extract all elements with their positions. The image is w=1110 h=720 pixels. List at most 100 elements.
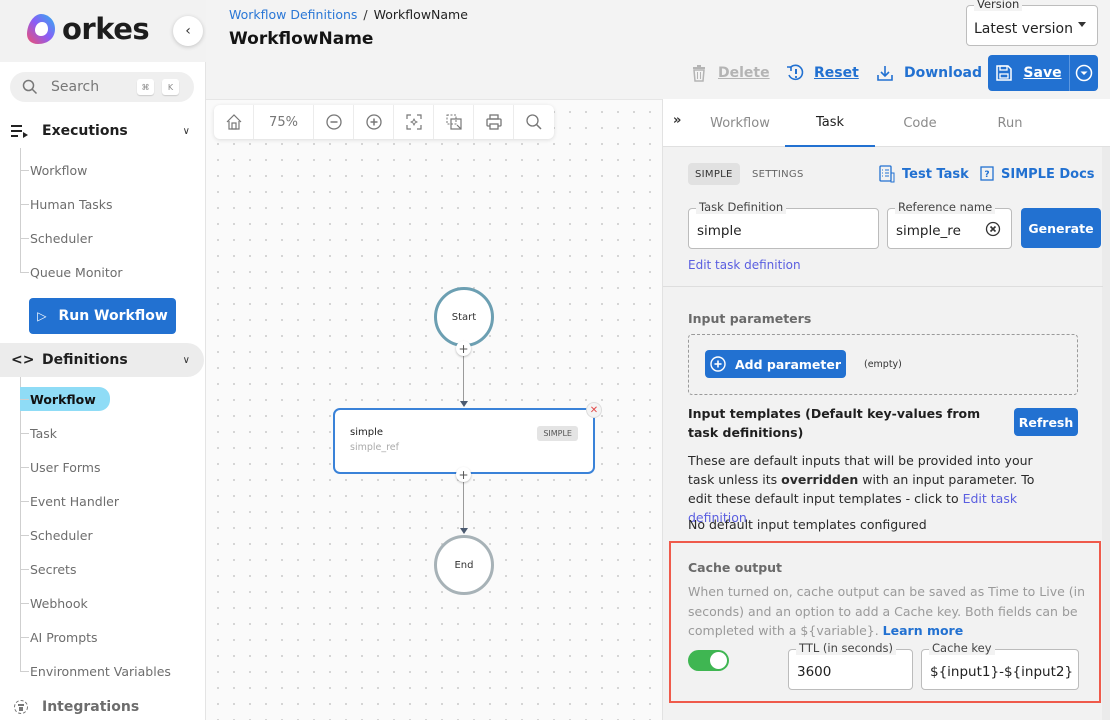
play-icon: ▷	[37, 309, 47, 323]
search-input[interactable]: Search ⌘ K	[10, 72, 194, 102]
tab-code[interactable]: Code	[875, 99, 965, 147]
simple-docs-link[interactable]: ? SIMPLE Docs	[980, 164, 1095, 184]
task-config-panel: » Workflow Task Code Run SIMPLE SETTINGS…	[662, 99, 1110, 720]
tab-task[interactable]: Task	[785, 99, 875, 147]
breadcrumb-workflow-definitions-link[interactable]: Workflow Definitions	[229, 7, 357, 22]
end-node[interactable]: End	[434, 535, 494, 595]
tab-run[interactable]: Run	[965, 99, 1055, 147]
expand-panel-icon[interactable]: »	[673, 113, 681, 128]
svg-text:?: ?	[984, 170, 989, 180]
run-workflow-button[interactable]: ▷ Run Workflow	[29, 298, 176, 334]
save-button-group: Save	[988, 55, 1098, 91]
refresh-label: Refresh	[1018, 414, 1074, 430]
start-node[interactable]: Start	[434, 287, 494, 347]
input-templates-title: Input templates (Default key-values from…	[688, 406, 981, 440]
download-button[interactable]: Download	[876, 63, 982, 83]
learn-more-link[interactable]: Learn more	[883, 623, 964, 638]
toggle-knob	[710, 652, 727, 669]
collapse-sidebar-button[interactable]: ‹	[173, 16, 203, 46]
task-definition-field[interactable]: Task Definition simple	[688, 201, 879, 249]
ttl-label: TTL (in seconds)	[796, 642, 897, 655]
sidebar-section-definitions[interactable]: <> Definitions ∨	[0, 343, 204, 377]
task-node-ref: simple_ref	[350, 442, 399, 453]
ttl-field[interactable]: TTL (in seconds) 3600	[788, 642, 913, 690]
sidebar-item-workflow[interactable]: Workflow	[20, 387, 110, 411]
sidebar-item-task[interactable]: Task	[20, 423, 57, 443]
delete-button[interactable]: Delete	[690, 63, 770, 83]
simple-docs-label: SIMPLE Docs	[1001, 166, 1095, 182]
input-parameters-title: Input parameters	[688, 311, 812, 326]
end-node-label: End	[454, 559, 474, 571]
sidebar-item-label: Human Tasks	[30, 196, 113, 212]
plus-icon: +	[458, 467, 469, 482]
reference-name-label: Reference name	[895, 201, 996, 214]
add-parameter-button[interactable]: Add parameter	[705, 350, 846, 378]
cache-output-toggle[interactable]	[688, 650, 729, 671]
cache-output-description: When turned on, cache output can be save…	[688, 582, 1088, 641]
cache-key-field[interactable]: Cache key ${input1}-${input2}	[921, 642, 1079, 690]
add-task-after-start-button[interactable]: +	[456, 341, 471, 356]
sidebar-item-secrets[interactable]: Secrets	[20, 559, 76, 579]
reference-name-field[interactable]: Reference name simple_re	[887, 201, 1012, 249]
save-button[interactable]: Save	[988, 55, 1070, 91]
definitions-tree: Workflow Task User Forms Event Handler S…	[20, 377, 171, 679]
subtab-label: SIMPLE	[695, 168, 733, 180]
subtab-simple[interactable]: SIMPLE	[688, 163, 740, 185]
remove-task-button[interactable]: ✕	[586, 402, 602, 418]
sidebar-item-executions-workflow[interactable]: Workflow	[20, 160, 87, 180]
executions-icon	[11, 125, 28, 138]
sidebar-item-executions-scheduler[interactable]: Scheduler	[20, 228, 93, 248]
breadcrumb: Workflow Definitions / WorkflowName	[229, 7, 468, 22]
sidebar-item-environment-variables[interactable]: Environment Variables	[20, 661, 171, 681]
run-workflow-label: Run Workflow	[58, 308, 168, 324]
subtab-settings[interactable]: SETTINGS	[745, 163, 811, 185]
sidebar-item-label: Workflow	[30, 162, 88, 178]
sidebar-item-human-tasks[interactable]: Human Tasks	[20, 194, 113, 214]
plus-icon: +	[458, 341, 469, 356]
add-task-after-simple-button[interactable]: +	[456, 467, 471, 482]
input-templates-description: These are default inputs that will be pr…	[688, 451, 1058, 527]
sidebar-item-user-forms[interactable]: User Forms	[20, 457, 100, 477]
start-node-label: Start	[451, 311, 477, 323]
refresh-button[interactable]: Refresh	[1014, 408, 1078, 436]
desc-bold: overridden	[781, 472, 859, 487]
chevron-down-icon: ∨	[182, 125, 190, 137]
sidebar-section-label: Definitions	[42, 352, 128, 368]
sidebar-item-label: Queue Monitor	[30, 264, 123, 280]
orkes-logo-icon	[27, 14, 55, 44]
sidebar-item-ai-prompts[interactable]: AI Prompts	[20, 627, 98, 647]
clear-icon[interactable]	[985, 221, 1001, 237]
save-options-dropdown[interactable]	[1070, 55, 1098, 91]
sidebar-item-label: Event Handler	[30, 493, 120, 509]
delete-label: Delete	[718, 65, 770, 81]
sidebar-section-integrations[interactable]: Integrations	[0, 695, 139, 719]
ttl-value: 3600	[797, 664, 832, 680]
subtab-label: SETTINGS	[752, 168, 804, 180]
executions-tree: Workflow Human Tasks Scheduler Queue Mon…	[20, 148, 123, 280]
workflow-canvas[interactable]: 75% Start + simple simple_ref SIMPLE ✕ +…	[206, 99, 662, 720]
divider	[663, 286, 1103, 287]
cache-key-value: ${input1}-${input2}	[930, 664, 1074, 680]
download-label: Download	[904, 65, 983, 81]
close-icon: ✕	[589, 404, 599, 416]
generate-button[interactable]: Generate	[1021, 208, 1101, 248]
reset-button[interactable]: Reset	[786, 63, 859, 83]
sidebar-item-queue-monitor[interactable]: Queue Monitor	[20, 262, 123, 282]
sidebar-item-event-handler[interactable]: Event Handler	[20, 491, 119, 511]
sidebar-item-scheduler[interactable]: Scheduler	[20, 525, 93, 545]
test-task-button[interactable]: Test Task	[879, 164, 969, 184]
sidebar-section-executions[interactable]: Executions ∨	[0, 114, 204, 148]
version-select[interactable]: Version Latest version	[966, 0, 1098, 46]
orkes-logo[interactable]: orkes	[24, 12, 150, 46]
panel-scrollbar[interactable]	[1102, 147, 1110, 720]
tab-workflow[interactable]: Workflow	[695, 99, 785, 147]
task-definition-label: Task Definition	[696, 201, 787, 214]
task-node-simple[interactable]: simple simple_ref SIMPLE ✕	[333, 402, 602, 474]
reset-icon	[787, 64, 804, 81]
sidebar-item-webhook[interactable]: Webhook	[20, 593, 88, 613]
save-icon	[996, 65, 1013, 81]
workflow-diagram: Start + simple simple_ref SIMPLE ✕ + End	[206, 100, 662, 720]
edit-task-definition-link[interactable]: Edit task definition	[688, 258, 801, 272]
cache-key-label: Cache key	[929, 642, 995, 655]
arrow-icon	[460, 401, 468, 407]
